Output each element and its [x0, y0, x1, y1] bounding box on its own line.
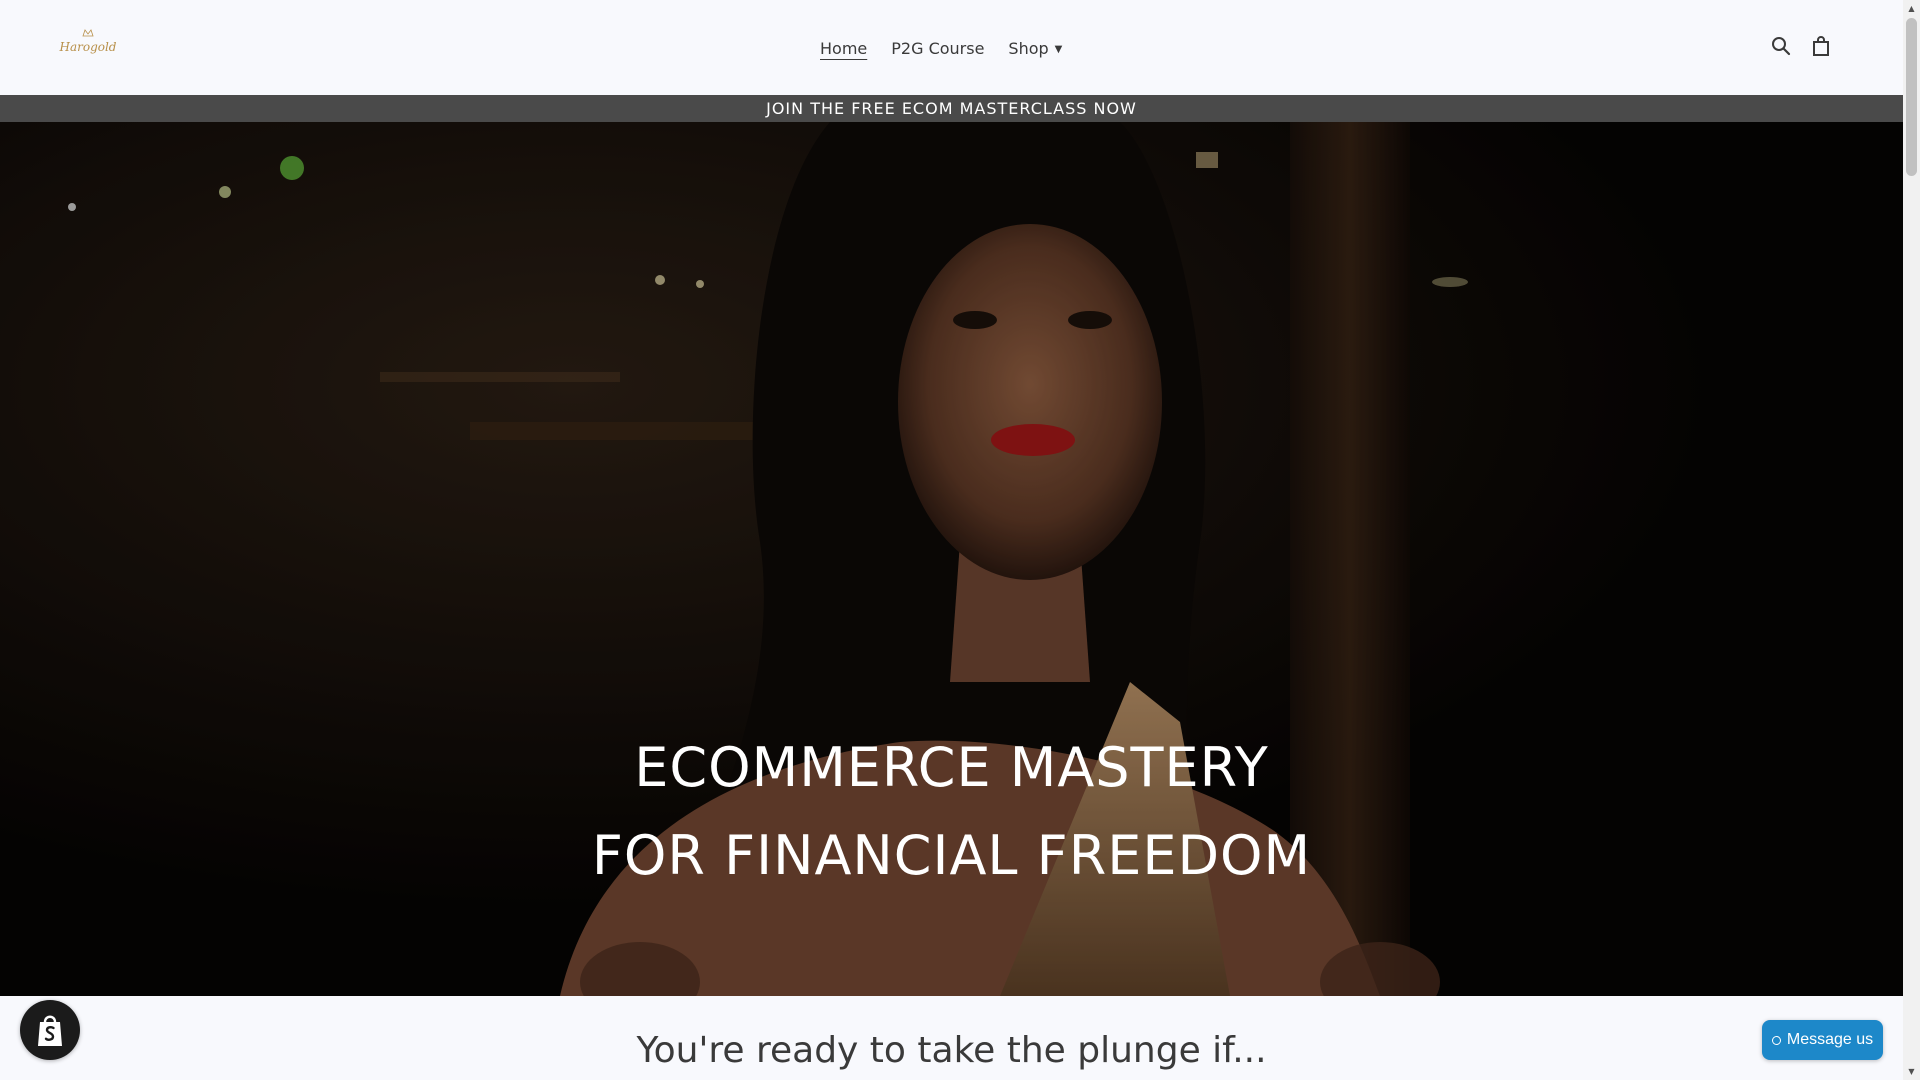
page: Harogold Home P2G Course Shop ▼ JOIN THE…	[0, 0, 1903, 1080]
scrollbar-thumb[interactable]	[1906, 18, 1917, 176]
crest-icon	[82, 29, 94, 37]
logo-text: Harogold	[59, 40, 117, 54]
announcement-bar[interactable]: JOIN THE FREE ECOM MASTERCLASS NOW	[0, 95, 1903, 122]
cart-icon[interactable]	[1810, 34, 1832, 58]
hero-title-line-2: FOR FINANCIAL FREEDOM	[591, 824, 1312, 887]
scroll-up-arrow-icon[interactable]: ▲	[1903, 0, 1920, 17]
site-header: Harogold Home P2G Course Shop ▼	[0, 0, 1903, 95]
hero-banner: ECOMMERCE MASTERY FOR FINANCIAL FREEDOM	[0, 122, 1903, 996]
header-icons	[1770, 34, 1832, 58]
search-icon[interactable]	[1770, 34, 1792, 58]
announcement-text: JOIN THE FREE ECOM MASTERCLASS NOW	[766, 99, 1137, 118]
chevron-down-icon: ▼	[1054, 43, 1063, 55]
message-us-button[interactable]: Message us	[1762, 1020, 1883, 1060]
chat-bubble-icon	[1771, 1035, 1781, 1045]
scrollbar[interactable]: ▲ ▼	[1903, 0, 1920, 1080]
shopify-badge[interactable]	[20, 1000, 80, 1060]
nav-home[interactable]: Home	[820, 39, 867, 58]
shopify-bag-icon	[38, 1015, 62, 1046]
nav-shop-label: Shop	[1008, 38, 1049, 58]
nav-p2g-course[interactable]: P2G Course	[891, 39, 984, 58]
main-nav: Home P2G Course Shop ▼	[820, 36, 1062, 60]
nav-shop[interactable]: Shop ▼	[1008, 39, 1062, 58]
scroll-down-arrow-icon[interactable]: ▼	[1903, 1063, 1920, 1080]
hero-title: ECOMMERCE MASTERY FOR FINANCIAL FREEDOM	[0, 724, 1903, 900]
message-us-label: Message us	[1786, 1031, 1874, 1048]
section-heading: You're ready to take the plunge if...	[636, 1030, 1267, 1071]
logo[interactable]: Harogold	[56, 26, 120, 68]
hero-title-line-1: ECOMMERCE MASTERY	[634, 736, 1269, 799]
